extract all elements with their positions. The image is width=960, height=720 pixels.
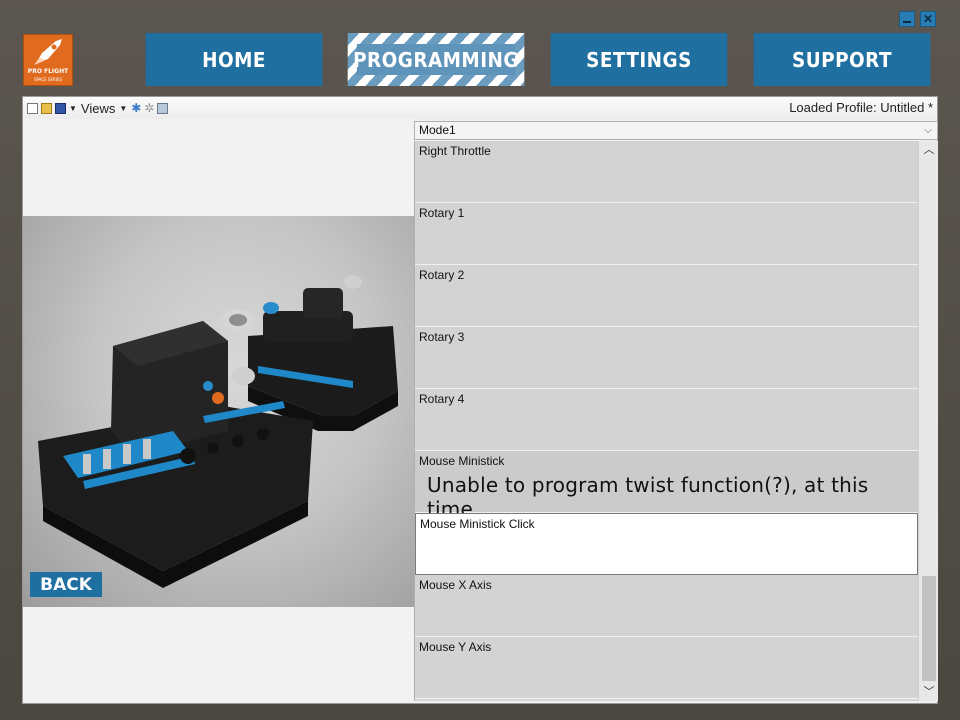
nav-settings-label: SETTINGS [586,47,692,72]
nav-support-button[interactable]: SUPPORT [753,33,931,86]
left-blank-bottom [23,607,414,703]
list-item-label: Mouse Ministick [419,454,505,468]
list-item[interactable]: Rotary 1 [415,203,918,265]
back-button[interactable]: BACK [30,572,102,597]
open-folder-icon[interactable] [41,102,52,114]
toolbar: ▼ Views ▼ ✱ ✲ Loaded Profile: Untitled * [23,97,937,119]
views-dropdown-icon[interactable]: ▼ [119,104,127,113]
programming-panel: ▼ Views ▼ ✱ ✲ Loaded Profile: Untitled * [22,96,938,704]
new-file-icon[interactable] [27,102,38,114]
chevron-up-icon[interactable]: ︿ [919,141,939,159]
list-item-selected[interactable]: Mouse Ministick Click [415,513,918,575]
list-item-label: Mouse Ministick Click [420,517,535,531]
minimize-button[interactable] [899,11,915,27]
list-item[interactable]: Right Throttle [415,141,918,203]
list-item-label: Rotary 4 [419,392,465,406]
nav-home-label: HOME [202,47,266,72]
nav-home-button[interactable]: HOME [145,33,323,86]
nav-programming-button[interactable]: PROGRAMMING [347,33,525,86]
back-label: BACK [40,574,92,595]
close-button[interactable]: ✕ [920,11,936,27]
mode-select-value: Mode1 [419,123,456,137]
nav-support-label: SUPPORT [792,47,892,72]
device-image [23,216,414,607]
views-menu[interactable]: Views [81,101,115,116]
mode-select[interactable]: Mode1 ⌵ [414,121,938,140]
rocket-icon [34,39,62,65]
close-icon: ✕ [922,12,934,26]
left-blank-top [23,119,414,216]
list-item-label: Mouse X Axis [419,578,492,592]
print-icon[interactable] [157,102,169,114]
list-item-label: Right Throttle [419,144,491,158]
loaded-profile-status: Loaded Profile: Untitled * [789,100,933,115]
list-item-label: Rotary 3 [419,330,465,344]
save-icon[interactable] [55,102,66,114]
gear-icon[interactable]: ✲ [144,101,154,115]
chevron-down-icon[interactable]: ﹀ [919,683,939,701]
scrollbar-thumb[interactable] [922,576,936,681]
list-item[interactable]: Mouse Y Axis [415,637,918,699]
nav-settings-button[interactable]: SETTINGS [550,33,728,86]
chevron-down-icon: ⌵ [924,125,932,136]
list-item-label: Rotary 2 [419,268,465,282]
list-item[interactable]: Mouse X Axis [415,575,918,637]
save-dropdown-icon[interactable]: ▼ [69,104,77,113]
control-list: Right Throttle Rotary 1 Rotary 2 Rotary … [414,141,918,701]
list-item[interactable]: Rotary 2 [415,265,918,327]
nav-programming-label: PROGRAMMING [353,47,519,72]
list-item[interactable]: Rotary 3 [415,327,918,389]
logo-subtitle: SPACE SERIES [33,77,63,82]
list-scrollbar[interactable]: ︿ ﹀ [918,141,938,701]
list-item[interactable]: Rotary 4 [415,389,918,451]
logo-title: PRO FLIGHT [27,68,69,75]
list-item-label: Rotary 1 [419,206,465,220]
list-item-label: Mouse Y Axis [419,640,492,654]
settings-icon[interactable]: ✱ [131,101,141,115]
throttle-illustration [38,275,398,588]
list-item[interactable]: Mouse Ministick Unable to program twist … [415,451,918,521]
app-logo: PRO FLIGHT SPACE SERIES [23,34,73,86]
